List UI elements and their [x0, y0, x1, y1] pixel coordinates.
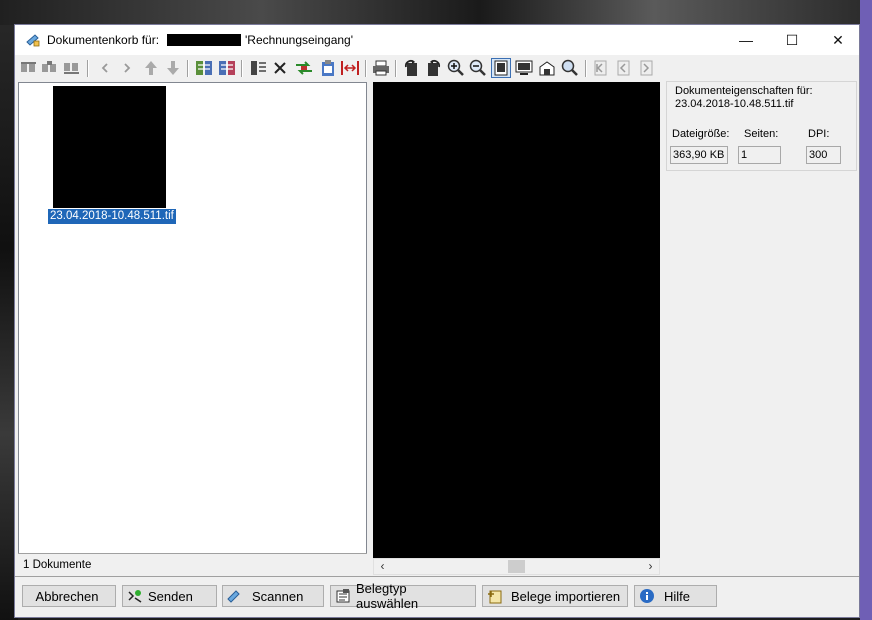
maximize-button[interactable]: ☐	[769, 25, 815, 55]
zoom-out-icon[interactable]	[468, 58, 488, 78]
pages-field: 1	[738, 146, 781, 164]
toolbar	[15, 55, 859, 81]
split-document-icon[interactable]	[194, 58, 214, 78]
document-list-icon[interactable]	[248, 58, 268, 78]
select-document-type-label: Belegtyp auswählen	[356, 581, 419, 611]
dokumentenkorb-window: Dokumentenkorb für: 'Rechnungseingang' —…	[14, 24, 860, 618]
arrow-down-icon[interactable]	[163, 58, 183, 78]
pane-splitter[interactable]	[367, 82, 372, 575]
send-icon	[126, 587, 144, 605]
send-button[interactable]: Senden	[122, 585, 217, 607]
scan-button[interactable]: Scannen	[222, 585, 324, 607]
info-icon	[638, 587, 656, 605]
split-page-icon[interactable]	[340, 58, 360, 78]
dpi-label: DPI:	[808, 128, 830, 140]
dpi-field: 300	[806, 146, 841, 164]
scan-button-label: Scannen	[252, 588, 304, 604]
next-page-icon[interactable]	[636, 58, 656, 78]
move-prev-group-icon[interactable]	[40, 58, 60, 78]
document-count-status: 1 Dokumente	[18, 553, 367, 575]
import-documents-label: Belege importieren	[510, 588, 621, 604]
document-preview[interactable]	[373, 82, 660, 558]
send-button-label: Senden	[148, 588, 193, 604]
toolbar-separator	[395, 60, 397, 77]
redacted-name	[167, 34, 241, 46]
app-icon	[26, 34, 40, 47]
zoom-in-icon[interactable]	[446, 58, 466, 78]
help-button[interactable]: Hilfe	[634, 585, 717, 607]
toolbar-separator	[585, 60, 587, 77]
document-type-icon	[334, 587, 352, 605]
properties-filename: 23.04.2018-10.48.511.tif	[675, 98, 794, 110]
preview-horizontal-scrollbar[interactable]: ‹ ›	[373, 558, 660, 575]
arrow-up-icon[interactable]	[141, 58, 161, 78]
file-size-field: 363,90 KB	[670, 146, 728, 164]
window-title: Dokumentenkorb für:	[47, 33, 160, 47]
bottom-separator	[15, 576, 859, 577]
cancel-button-label: Abbrechen	[35, 588, 99, 604]
document-properties-panel: Dokumenteigenschaften für: 23.04.2018-10…	[666, 81, 857, 171]
scroll-thumb[interactable]	[508, 560, 525, 573]
scan-icon	[226, 587, 244, 605]
clipboard-icon[interactable]	[318, 58, 338, 78]
fit-width-icon[interactable]	[514, 58, 534, 78]
print-icon[interactable]	[371, 58, 391, 78]
file-size-label: Dateigröße:	[672, 128, 730, 140]
window-title-suffix: 'Rechnungseingang'	[245, 33, 353, 47]
desktop-background-top	[0, 0, 872, 25]
first-page-icon[interactable]	[590, 58, 610, 78]
cancel-button[interactable]: Abbrechen	[22, 585, 116, 607]
select-document-type-button[interactable]: Belegtyp auswählen	[330, 581, 476, 611]
help-button-label: Hilfe	[664, 588, 691, 604]
title-bar[interactable]: Dokumentenkorb für: 'Rechnungseingang' —…	[15, 25, 859, 55]
move-next-group-icon[interactable]	[62, 58, 82, 78]
document-list-pane[interactable]: 23.04.2018-10.48.511.tif	[18, 82, 367, 575]
delete-icon[interactable]	[270, 58, 290, 78]
properties-heading: Dokumenteigenschaften für:	[675, 85, 813, 97]
find-icon[interactable]	[560, 58, 580, 78]
close-button[interactable]: ✕	[815, 25, 861, 55]
prev-page-icon[interactable]	[613, 58, 633, 78]
pages-label: Seiten:	[744, 128, 779, 140]
minimize-button[interactable]: —	[723, 25, 769, 55]
scroll-right-button[interactable]: ›	[642, 559, 659, 574]
toolbar-separator	[241, 60, 243, 77]
rotate-left-icon[interactable]	[401, 58, 421, 78]
rotate-right-icon[interactable]	[424, 58, 444, 78]
merge-document-icon[interactable]	[217, 58, 237, 78]
desktop-background-accent	[860, 0, 872, 620]
transfer-icon[interactable]	[294, 58, 314, 78]
document-thumbnail-label[interactable]: 23.04.2018-10.48.511.tif	[48, 209, 176, 224]
arrow-right-icon[interactable]	[117, 58, 137, 78]
toolbar-separator	[187, 60, 189, 77]
fit-page-icon[interactable]	[491, 58, 511, 78]
import-documents-button[interactable]: Belege importieren	[482, 585, 628, 607]
export-icon[interactable]	[537, 58, 557, 78]
scroll-left-button[interactable]: ‹	[374, 559, 391, 574]
move-first-icon[interactable]	[19, 58, 39, 78]
document-thumbnail[interactable]	[53, 86, 166, 208]
arrow-left-icon[interactable]	[95, 58, 115, 78]
toolbar-separator	[87, 60, 89, 77]
import-icon	[486, 587, 504, 605]
toolbar-separator	[365, 60, 367, 77]
